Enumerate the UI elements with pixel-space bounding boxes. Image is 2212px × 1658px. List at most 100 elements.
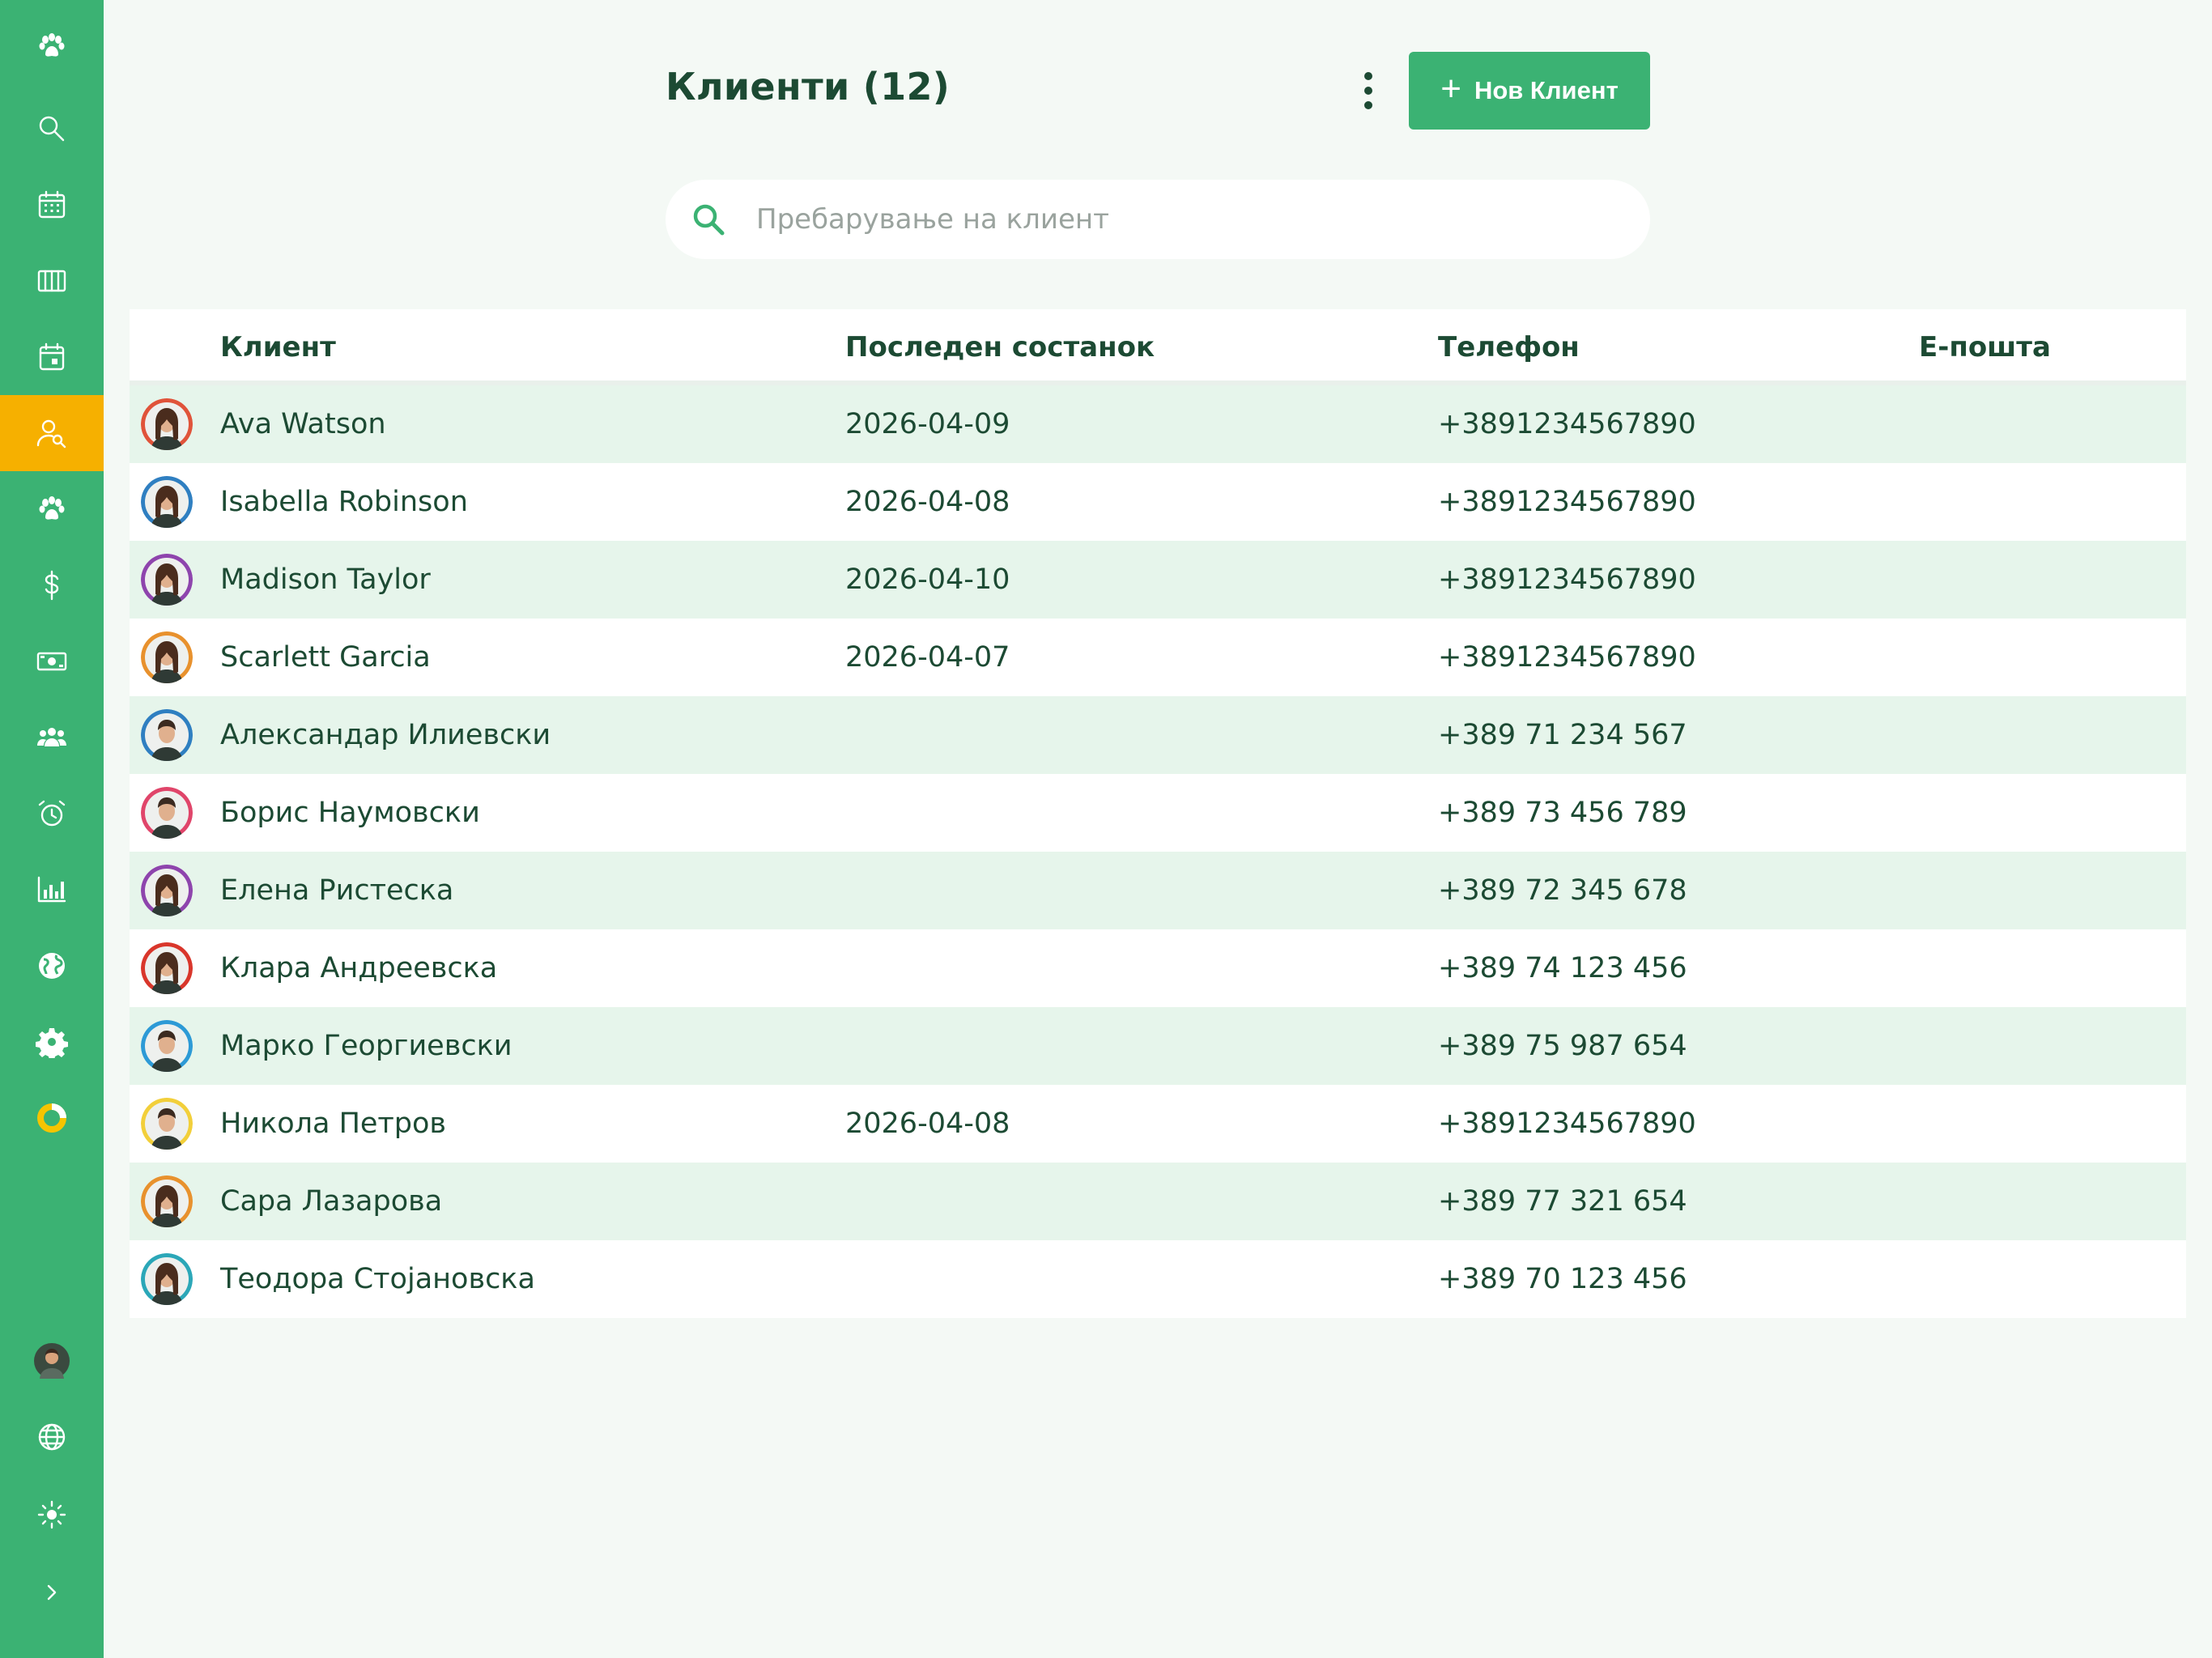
client-phone: +3891234567890 xyxy=(1438,563,1696,596)
clients-table: Клиент Последен состанок Телефон Е-пошта… xyxy=(130,309,2186,1318)
user-avatar-button[interactable] xyxy=(0,1323,104,1399)
client-avatar xyxy=(141,1175,193,1227)
client-phone: +389 74 123 456 xyxy=(1438,952,1687,984)
language-globe-icon xyxy=(38,1423,66,1451)
table-row[interactable]: Борис Наумовски +389 73 456 789 xyxy=(130,774,2186,852)
client-avatar xyxy=(141,554,193,606)
client-name: Елена Ристеска xyxy=(220,874,454,907)
dollar-icon xyxy=(45,570,59,601)
bar-chart-icon xyxy=(37,876,66,903)
client-avatar xyxy=(141,476,193,528)
client-avatar xyxy=(141,865,193,916)
calendar-day-icon xyxy=(39,342,65,371)
calendar-icon xyxy=(38,190,66,219)
paw-icon xyxy=(39,33,65,57)
table-row[interactable]: Елена Ристеска +389 72 345 678 xyxy=(130,852,2186,929)
client-avatar xyxy=(141,1098,193,1150)
nav-calendar[interactable] xyxy=(0,167,104,243)
nav-paw-logo[interactable] xyxy=(0,8,104,84)
client-name: Madison Taylor xyxy=(220,563,431,596)
table-header: Клиент Последен состанок Телефон Е-пошта xyxy=(130,309,2186,385)
client-phone: +3891234567890 xyxy=(1438,408,1696,440)
nav-clients[interactable] xyxy=(0,395,104,471)
nav-appointments[interactable] xyxy=(0,319,104,395)
theme-toggle[interactable] xyxy=(0,1477,104,1553)
nav-board[interactable] xyxy=(0,243,104,319)
sidebar xyxy=(0,0,104,1658)
nav-usage[interactable] xyxy=(0,1080,104,1156)
client-name: Ava Watson xyxy=(220,408,386,440)
column-header-last-meeting[interactable]: Последен состанок xyxy=(845,309,1155,385)
more-options-icon xyxy=(1364,72,1372,80)
nav-reports[interactable] xyxy=(0,852,104,928)
nav-reminders[interactable] xyxy=(0,776,104,852)
new-client-label: Нов Клиент xyxy=(1474,76,1619,104)
new-client-button[interactable]: + Нов Клиент xyxy=(1409,52,1650,130)
user-search-icon xyxy=(36,419,66,449)
client-name: Isabella Robinson xyxy=(220,486,468,518)
last-meeting: 2026-04-10 xyxy=(845,563,1010,596)
table-row[interactable]: Теодора Стојановска +389 70 123 456 xyxy=(130,1240,2186,1318)
table-row[interactable]: Сара Лазарова +389 77 321 654 xyxy=(130,1163,2186,1240)
nav-team[interactable] xyxy=(0,699,104,776)
client-phone: +3891234567890 xyxy=(1438,1107,1696,1140)
table-row[interactable]: Клара Андреевска +389 74 123 456 xyxy=(130,929,2186,1007)
table-row[interactable]: Isabella Robinson 2026-04-08 +389123456789… xyxy=(130,463,2186,541)
last-meeting: 2026-04-08 xyxy=(845,1107,1010,1140)
client-avatar xyxy=(141,1020,193,1072)
nav-search[interactable] xyxy=(0,91,104,167)
language-button[interactable] xyxy=(0,1399,104,1475)
nav-web[interactable] xyxy=(0,928,104,1004)
cash-icon xyxy=(36,652,67,671)
client-phone: +389 77 321 654 xyxy=(1438,1185,1687,1218)
nav-pricing[interactable] xyxy=(0,547,104,623)
last-meeting: 2026-04-09 xyxy=(845,408,1010,440)
search-icon xyxy=(693,204,725,236)
table-row[interactable]: Марко Георгиевски +389 75 987 654 xyxy=(130,1007,2186,1085)
last-meeting: 2026-04-07 xyxy=(845,641,1010,674)
table-body: Ava Watson 2026-04-09 +3891234567890 Isabel… xyxy=(130,385,2186,1318)
gear-icon xyxy=(36,1028,68,1058)
sun-icon xyxy=(37,1500,66,1529)
client-phone: +389 73 456 789 xyxy=(1438,797,1687,829)
client-phone: +3891234567890 xyxy=(1438,641,1696,674)
client-avatar xyxy=(141,398,193,450)
client-name: Никола Петров xyxy=(220,1107,447,1140)
client-avatar xyxy=(141,787,193,839)
client-phone: +389 71 234 567 xyxy=(1438,719,1687,751)
table-row[interactable]: Александар Илиевски +389 71 234 567 xyxy=(130,696,2186,774)
table-row[interactable]: Madison Taylor 2026-04-10 +3891234567890 xyxy=(130,541,2186,619)
client-name: Сара Лазарова xyxy=(220,1185,443,1218)
globe-icon xyxy=(39,953,65,979)
client-phone: +389 70 123 456 xyxy=(1438,1263,1687,1295)
more-options-button[interactable] xyxy=(1347,66,1389,115)
last-meeting: 2026-04-08 xyxy=(845,486,1010,518)
search-input[interactable] xyxy=(756,196,1614,243)
client-avatar xyxy=(141,942,193,994)
client-name: Теодора Стојановска xyxy=(220,1263,535,1295)
user-avatar xyxy=(34,1343,70,1379)
search-box xyxy=(666,180,1650,259)
client-phone: +389 75 987 654 xyxy=(1438,1030,1687,1062)
nav-pets[interactable] xyxy=(0,471,104,547)
column-header-phone[interactable]: Телефон xyxy=(1438,309,1580,385)
nav-payments[interactable] xyxy=(0,623,104,699)
column-header-email[interactable]: Е-пошта xyxy=(1919,309,2051,385)
column-header-client[interactable]: Клиент xyxy=(220,309,336,385)
ring-chart-icon xyxy=(37,1103,66,1133)
expand-sidebar-button[interactable] xyxy=(0,1554,104,1630)
chevron-right-icon xyxy=(47,1584,57,1601)
search-icon xyxy=(39,116,65,142)
client-phone: +389 72 345 678 xyxy=(1438,874,1687,907)
table-row[interactable]: Scarlett Garcia 2026-04-07 +3891234567890 xyxy=(130,619,2186,696)
page-title: Клиенти (12) xyxy=(666,65,951,108)
client-name: Александар Илиевски xyxy=(220,719,551,751)
plus-icon: + xyxy=(1440,69,1461,108)
client-name: Scarlett Garcia xyxy=(220,641,431,674)
client-phone: +3891234567890 xyxy=(1438,486,1696,518)
nav-settings[interactable] xyxy=(0,1004,104,1080)
users-icon xyxy=(37,728,66,746)
table-row[interactable]: Ava Watson 2026-04-09 +3891234567890 xyxy=(130,385,2186,463)
table-row[interactable]: Никола Петров 2026-04-08 +3891234567890 xyxy=(130,1085,2186,1163)
client-name: Борис Наумовски xyxy=(220,797,480,829)
